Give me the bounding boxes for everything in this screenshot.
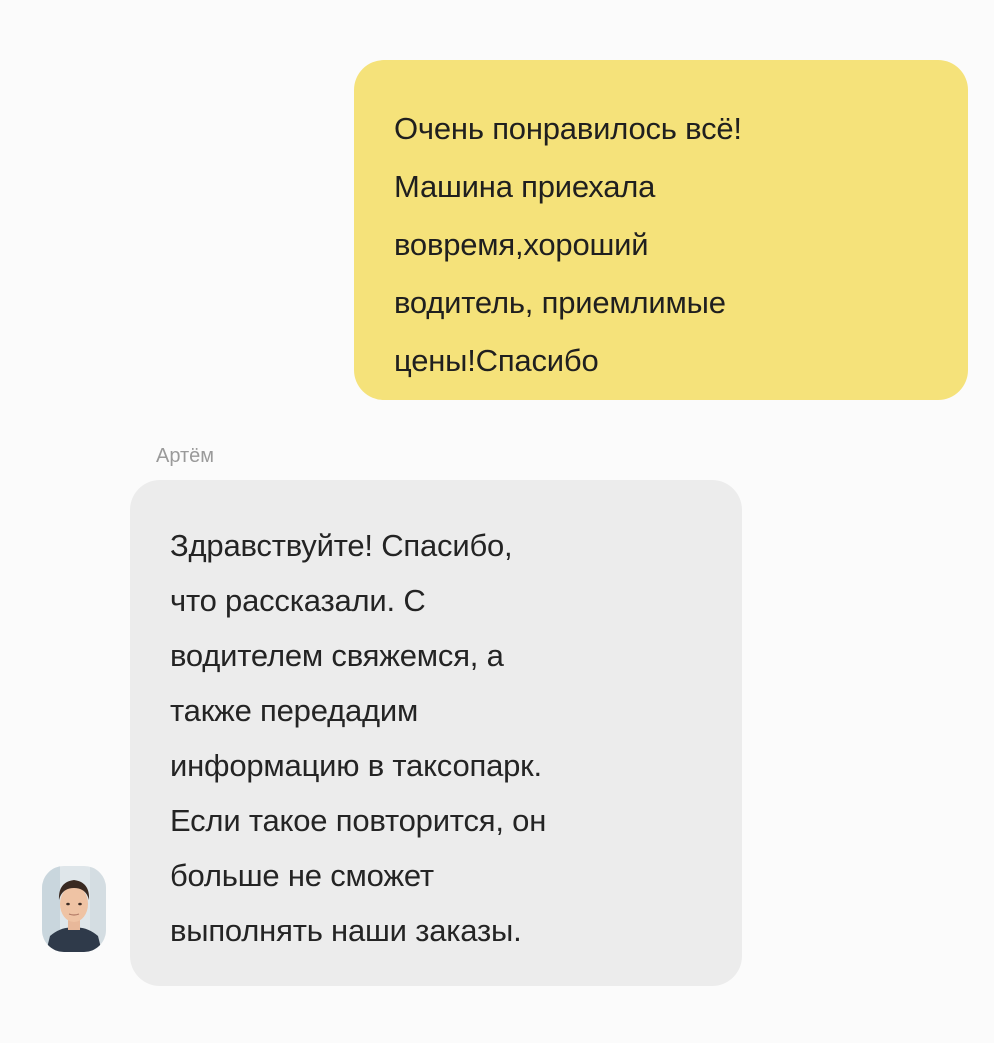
sender-name: Артём — [156, 445, 215, 467]
chat-thread: Очень понравилось всё! Машина приехала в… — [0, 0, 994, 1043]
incoming-message-bubble[interactable]: Здравствуйте! Спасибо, что рассказали. С… — [130, 480, 742, 986]
avatar[interactable] — [42, 866, 106, 952]
outgoing-message-text: Очень понравилось всё! Машина приехала в… — [394, 111, 742, 378]
incoming-message-text: Здравствуйте! Спасибо, что рассказали. С… — [170, 528, 547, 948]
outgoing-message-bubble[interactable]: Очень понравилось всё! Машина приехала в… — [354, 60, 968, 400]
